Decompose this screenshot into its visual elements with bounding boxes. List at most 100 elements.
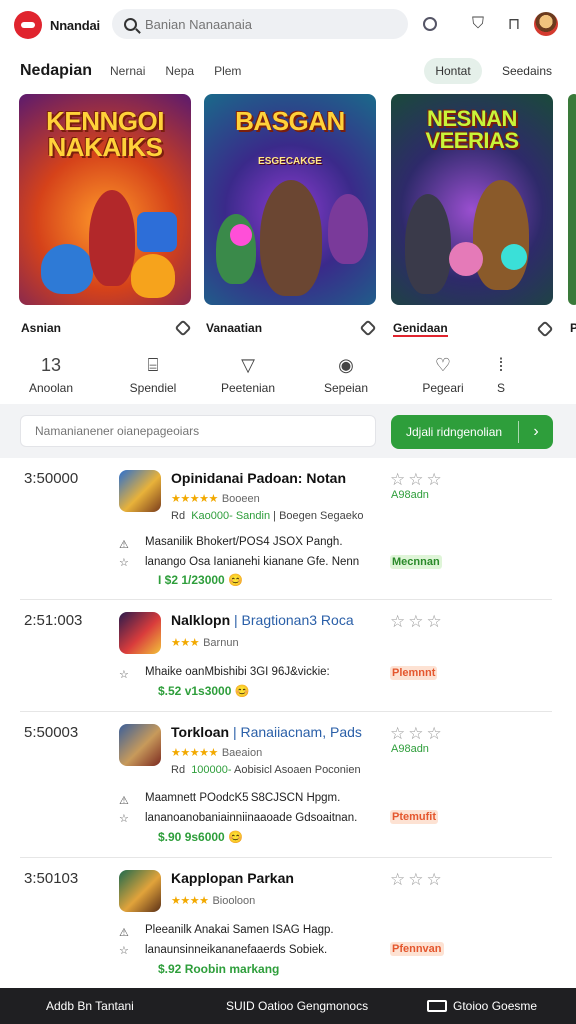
tag-icon[interactable] <box>174 319 192 337</box>
warning-icon: ⚠ <box>119 795 129 807</box>
status-badge: Ptemufit <box>390 810 438 824</box>
search-icon <box>124 17 137 31</box>
search-bar[interactable] <box>112 9 408 39</box>
apply-filter-button[interactable]: Jdjali ridngenolian › <box>391 415 553 449</box>
price-text: $.52 v1s3000 😊 <box>158 684 250 698</box>
list-item[interactable]: 5:50003 Torkloan | Ranaiiacnam, Pads ★★★… <box>0 714 576 858</box>
glyph-13-icon: 13 <box>40 355 62 375</box>
clock-icon: ◉ <box>338 355 354 375</box>
filter-bar: Jdjali ridngenolian › <box>0 404 576 458</box>
list-item[interactable]: 2:51:003 Nalklopn | Bragtionan3 Roca ★★★… <box>0 602 576 712</box>
game-cover-image[interactable]: BASGAN ESGECAKGE <box>204 94 376 305</box>
game-thumbnail[interactable] <box>119 724 161 766</box>
list-item[interactable]: 3:50000 Opinidanai Padoan: Notan ★★★★★ Bo… <box>0 460 576 600</box>
rating-note: A98adn <box>391 489 429 501</box>
cover-subtitle: ESGECAKGE <box>258 156 322 167</box>
rank-number: 5:50003 <box>24 724 79 741</box>
category-label: Sepeian <box>323 381 369 395</box>
rate-stars-control[interactable]: ☆☆☆ <box>390 870 445 890</box>
rank-number: 3:50000 <box>24 470 79 487</box>
category-label: Peetenian <box>220 381 276 395</box>
status-badge: Plemnnt <box>390 666 438 680</box>
category-item[interactable]: ♡ Pegeari <box>400 355 486 395</box>
rank-number: 3:50103 <box>24 870 79 887</box>
featured-card[interactable]: BASGAN ESGECAKGE Vanaatian <box>204 94 377 337</box>
rate-stars-control[interactable]: ☆☆☆ <box>390 470 445 490</box>
warning-icon: ⚠ <box>119 927 129 939</box>
game-title[interactable]: Nalklopn | Bragtionan3 Roca <box>171 612 354 628</box>
category-item[interactable]: ⁞ S <box>486 355 516 395</box>
game-thumbnail[interactable] <box>119 612 161 654</box>
chevron-right-icon: › <box>533 423 539 440</box>
category-item[interactable]: ◉ Sepeian <box>292 355 400 395</box>
bottom-bar-item[interactable]: Gtoioo Goesme <box>427 999 537 1013</box>
price-text: $.90 9s6000 😊 <box>158 830 244 844</box>
glyph-icon: ⁞ <box>498 355 504 375</box>
user-avatar[interactable] <box>534 12 558 36</box>
rating-note: A98adn <box>391 743 429 755</box>
status-badge: Mecnnan <box>390 555 442 569</box>
category-label: Anoolan <box>28 381 74 395</box>
category-item[interactable]: ▽ Peetenian <box>204 355 292 395</box>
description-line: lanango Osa Ianianehi kianane Gfe. Nenn <box>145 556 360 568</box>
category-label: S <box>496 381 505 395</box>
tab-3[interactable]: Plem <box>214 64 241 78</box>
game-title[interactable]: Opinidanai Padoan: Notan <box>171 470 346 486</box>
app-logo[interactable] <box>14 11 42 39</box>
description-line: lanaunsinneikananefaaerds Sobiek. <box>145 944 328 956</box>
bottom-bar-item[interactable]: SUID Oatioo Gengmonocs <box>226 999 368 1013</box>
chat-icon: ⌸ <box>147 355 159 375</box>
tab-2[interactable]: Nepa <box>165 64 194 78</box>
rating-stars: ★★★★★ Booeen <box>171 493 260 505</box>
category-item[interactable]: ⌸ Spendiel <box>102 355 204 395</box>
game-thumbnail[interactable] <box>119 470 161 512</box>
rate-stars-control[interactable]: ☆☆☆ <box>390 612 445 632</box>
price-text: $.92 Roobin markang <box>158 962 280 976</box>
filter-input[interactable] <box>20 415 376 447</box>
list-item[interactable]: 3:50103 Kapplopan Parkan ★★★★ Biooloon ⚠ … <box>0 860 576 986</box>
game-cover-image[interactable]: NESNAN VEERIAS <box>391 94 553 305</box>
bookmark-icon[interactable]: ⊓ <box>504 14 524 34</box>
game-title[interactable]: Torkloan | Ranaiiacnam, Pads <box>171 724 362 740</box>
description-line: Maamnett POodcK5 S8CJSCN Hpgm. <box>145 792 341 804</box>
game-thumbnail[interactable] <box>119 870 161 912</box>
game-cover-image[interactable] <box>568 94 576 305</box>
tag-icon[interactable] <box>359 319 377 337</box>
status-badge: Pfennvan <box>390 942 444 956</box>
card-label: Asnian <box>21 321 62 335</box>
rating-stars: ★★★ Barnun <box>171 637 239 649</box>
star-outline-icon: ☆ <box>119 557 129 569</box>
rate-stars-control[interactable]: ☆☆☆ <box>390 724 445 744</box>
description-line: Pleeanilk Anakai Samen ISAG Hagp. <box>145 924 334 936</box>
card-label: P <box>570 321 576 335</box>
active-filter-pill[interactable]: Hontat <box>424 58 482 84</box>
star-outline-icon: ☆ <box>119 945 129 957</box>
description-line: Masanilik Bhokert/POS4 JSOX Pangh. <box>145 536 343 548</box>
tag-icon[interactable] <box>536 320 554 338</box>
featured-card[interactable]: P <box>568 94 576 335</box>
bottom-bar: Addb Bn Tantani SUID Oatioo Gengmonocs G… <box>0 988 576 1024</box>
bottom-bar-item[interactable]: Addb Bn Tantani <box>46 999 134 1013</box>
category-item[interactable]: 13 Anoolan <box>0 355 102 395</box>
description-line: Mhaike oanMbishibi 3GI 96J&vickie: <box>145 666 330 678</box>
card-label: Vanaatian <box>206 321 263 335</box>
game-cover-image[interactable]: KENNGOI NAKAIKS <box>19 94 191 305</box>
tab-1[interactable]: Nernai <box>110 64 145 78</box>
button-label: Jdjali ridngenolian <box>406 425 503 439</box>
rank-number: 2:51:003 <box>24 612 83 629</box>
warning-icon: ⚠ <box>119 539 129 551</box>
screen-icon <box>427 1000 447 1012</box>
cover-title: BASGAN <box>235 106 345 136</box>
game-meta: Rd 100000- Aobisicl Asoaen Poconien <box>171 764 361 776</box>
price-text: I $2 1/23000 😊 <box>158 573 244 587</box>
game-title[interactable]: Kapplopan Parkan <box>171 870 294 886</box>
shield-icon[interactable]: ⛉ <box>468 14 488 34</box>
see-all-link[interactable]: Seedains <box>502 64 552 78</box>
status-ring-icon[interactable] <box>420 14 440 34</box>
featured-card[interactable]: KENNGOI NAKAIKS Asnian <box>19 94 192 337</box>
search-input[interactable] <box>145 16 385 32</box>
card-label: Genidaan <box>393 321 448 337</box>
star-outline-icon: ☆ <box>119 669 129 681</box>
rating-stars: ★★★★ Biooloon <box>171 895 256 907</box>
featured-card[interactable]: NESNAN VEERIAS Genidaan <box>391 94 554 338</box>
